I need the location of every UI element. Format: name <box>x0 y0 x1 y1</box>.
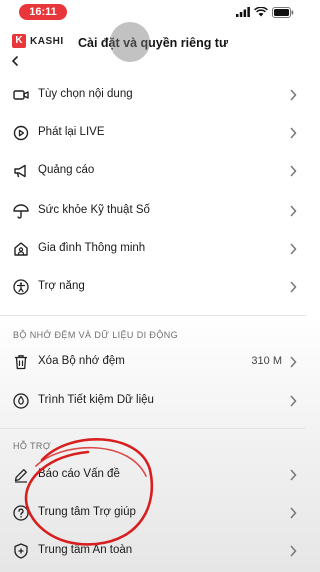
menu-item-label: Trình Tiết kiệm Dữ liệu <box>38 394 154 406</box>
menu-item-label: Trung tâm An toàn <box>38 544 133 556</box>
live-replay-icon <box>13 125 29 141</box>
chevron-right-icon <box>290 127 297 139</box>
menu-item-live-replay[interactable]: Phát lại LIVE <box>0 114 306 152</box>
chevron-right-icon <box>290 545 297 557</box>
menu-item-label: Phát lại LIVE <box>38 126 105 138</box>
menu-item-label: Trung tâm Trợ giúp <box>38 506 136 518</box>
menu-item-label: Quảng cáo <box>38 164 95 176</box>
menu-item-label: Gia đình Thông minh <box>38 242 146 254</box>
section-title-cache: BỘ NHỚ ĐỆM VÀ DỮ LIỆU DI ĐỘNG <box>13 330 179 340</box>
menu-item-family-pairing[interactable]: Gia đình Thông minh <box>0 230 306 268</box>
cache-size-value: 310 M <box>251 355 282 367</box>
menu-item-safety-center[interactable]: Trung tâm An toàn <box>0 532 306 570</box>
chevron-right-icon <box>290 281 297 293</box>
menu-item-help-center[interactable]: Trung tâm Trợ giúp <box>0 494 306 532</box>
menu-item-report-problem[interactable]: Báo cáo Vấn đề <box>0 456 306 494</box>
signal-icon <box>236 7 250 17</box>
back-chevron-icon[interactable] <box>9 56 21 66</box>
menu-item-label: Xóa Bộ nhớ đệm <box>38 355 125 367</box>
chevron-right-icon <box>290 165 297 177</box>
data-saver-icon <box>13 393 29 409</box>
shield-plus-icon <box>14 543 28 559</box>
page-title: Cài đặt và quyền riêng tư <box>77 36 229 50</box>
section-title-support: HỖ TRỢ <box>13 441 51 451</box>
menu-item-digital-wellbeing[interactable]: Sức khỏe Kỹ thuật Số <box>0 192 306 230</box>
menu-item-accessibility[interactable]: Trợ năng <box>0 268 306 306</box>
menu-item-ads[interactable]: Quảng cáo <box>0 152 306 190</box>
chevron-right-icon <box>290 356 297 368</box>
status-time: 16:11 <box>19 4 67 20</box>
chevron-right-icon <box>290 89 297 101</box>
menu-item-clear-cache[interactable]: Xóa Bộ nhớ đệm 310 M <box>0 343 306 381</box>
pencil-icon <box>14 469 27 483</box>
menu-item-content-preferences[interactable]: Tùy chọn nội dung <box>0 76 306 114</box>
menu-item-label: Tùy chọn nội dung <box>38 88 133 100</box>
touch-indicator <box>110 22 150 62</box>
menu-item-data-saver[interactable]: Trình Tiết kiệm Dữ liệu <box>0 382 306 420</box>
menu-item-label: Trợ năng <box>38 280 85 292</box>
megaphone-icon <box>14 164 26 178</box>
menu-item-label: Báo cáo Vấn đề <box>38 468 120 480</box>
chevron-right-icon <box>290 507 297 519</box>
family-house-icon <box>14 242 28 256</box>
help-circle-icon <box>13 505 29 521</box>
accessibility-icon <box>13 279 29 295</box>
trash-icon <box>15 355 27 370</box>
battery-icon <box>272 6 294 18</box>
section-divider <box>0 428 306 429</box>
chevron-right-icon <box>290 205 297 217</box>
video-camera-icon <box>13 90 29 100</box>
umbrella-icon <box>13 204 29 219</box>
chevron-right-icon <box>290 243 297 255</box>
chevron-right-icon <box>290 469 297 481</box>
header: K KASHI Cài đặt và quyền riêng tư <box>0 24 306 68</box>
wifi-icon <box>254 7 268 17</box>
status-icons <box>236 6 294 18</box>
menu-item-label: Sức khỏe Kỹ thuật Số <box>38 204 150 216</box>
status-bar: 16:11 <box>0 0 306 24</box>
chevron-right-icon <box>290 395 297 407</box>
section-divider <box>0 315 306 316</box>
